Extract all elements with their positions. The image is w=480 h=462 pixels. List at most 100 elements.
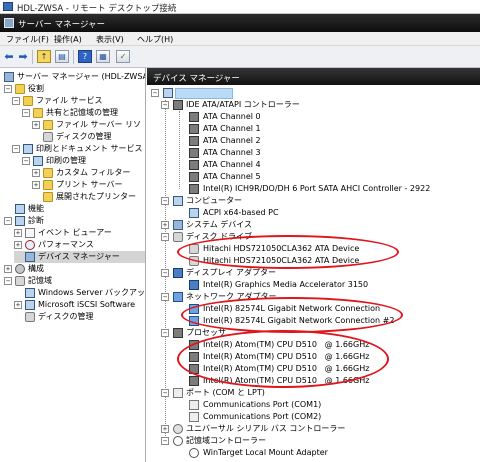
backup-icon: [25, 288, 35, 298]
storage-icon: [15, 276, 25, 286]
category-usb-controllers[interactable]: + ユニバーサル シリアル バス コントローラー: [161, 423, 461, 435]
tree-item-label: 機能: [28, 204, 44, 213]
category-display-adapters[interactable]: − ディスプレイ アダプター: [161, 267, 461, 279]
ide-channel-icon: [189, 172, 199, 182]
tree-item-features[interactable]: 機能: [4, 203, 144, 215]
device-item[interactable]: ATA Channel 1: [189, 123, 469, 135]
tree-item-event-viewer[interactable]: + イベント ビューアー: [14, 227, 145, 239]
printer-icon: [23, 144, 33, 154]
tree-item-deployed-printers[interactable]: 展開されたプリンター: [32, 191, 145, 203]
expand-toggle[interactable]: +: [4, 265, 12, 273]
expand-toggle[interactable]: +: [161, 425, 169, 433]
collapse-toggle[interactable]: −: [12, 145, 20, 153]
tree-item-storage[interactable]: − 記憶域: [4, 275, 144, 287]
folder-icon: [43, 180, 53, 190]
expand-toggle[interactable]: +: [14, 229, 22, 237]
category-ports[interactable]: − ポート (COM と LPT): [161, 387, 461, 399]
system-devices-icon: [173, 220, 183, 230]
tree-item-label: デバイス マネージャー: [38, 252, 120, 261]
category-label: IDE ATA/ATAPI コントローラー: [186, 100, 300, 109]
tree-item-roles[interactable]: − 役割: [4, 83, 144, 95]
collapse-toggle[interactable]: −: [4, 277, 12, 285]
collapse-toggle[interactable]: −: [161, 293, 169, 301]
category-ide-controllers[interactable]: − IDE ATA/ATAPI コントローラー: [161, 99, 461, 111]
tree-item-performance[interactable]: + パフォーマンス: [14, 239, 145, 251]
device-manager-icon: [25, 252, 35, 262]
tree-item-disk-management[interactable]: ディスクの管理: [32, 131, 145, 143]
forward-arrow-icon[interactable]: ➡: [16, 50, 30, 63]
scan-hardware-icon[interactable]: ✓: [116, 50, 130, 63]
collapse-toggle[interactable]: −: [161, 389, 169, 397]
device-item[interactable]: Intel(R) Graphics Media Accelerator 3150: [189, 279, 469, 291]
toolbar: ⬅ ➡ ↑ ▤ ? ▦ ✓: [0, 46, 480, 68]
tree-item-file-services[interactable]: − ファイル サービス: [12, 95, 145, 107]
up-folder-icon[interactable]: ↑: [37, 50, 51, 63]
device-item[interactable]: ATA Channel 2: [189, 135, 469, 147]
collapse-toggle[interactable]: −: [161, 233, 169, 241]
device-label: ATA Channel 3: [203, 148, 261, 157]
tree-item-iscsi[interactable]: + Microsoft iSCSI Software: [14, 299, 145, 311]
window-title-bar[interactable]: サーバー マネージャー: [0, 14, 480, 32]
device-item[interactable]: ATA Channel 3: [189, 147, 469, 159]
device-label: Communications Port (COM1): [203, 400, 322, 409]
tree-item-share-storage[interactable]: − 共有と記憶域の管理: [22, 107, 145, 119]
category-system-devices[interactable]: + システム デバイス: [161, 219, 461, 231]
device-label: ACPI x64-based PC: [203, 208, 279, 217]
back-arrow-icon[interactable]: ⬅: [2, 50, 16, 63]
expand-toggle[interactable]: +: [14, 241, 22, 249]
tree-item-label: 診断: [28, 216, 44, 225]
device-item[interactable]: WinTarget Local Mount Adapter: [189, 447, 469, 459]
collapse-toggle[interactable]: −: [12, 97, 20, 105]
processor-icon: [173, 328, 183, 338]
tree-item-server-manager[interactable]: サーバー マネージャー (HDL-ZWSA: [2, 71, 145, 83]
device-item[interactable]: Intel(R) ICH9R/DO/DH 6 Port SATA AHCI Co…: [189, 183, 479, 195]
collapse-toggle[interactable]: −: [161, 329, 169, 337]
collapse-toggle[interactable]: −: [4, 85, 12, 93]
device-item[interactable]: Communications Port (COM1): [189, 399, 469, 411]
tree-item-print-services[interactable]: − 印刷とドキュメント サービス: [12, 143, 145, 155]
collapse-toggle[interactable]: −: [161, 101, 169, 109]
expand-toggle[interactable]: +: [32, 169, 40, 177]
expand-toggle[interactable]: +: [32, 181, 40, 189]
tree-item-custom-filters[interactable]: + カスタム フィルター: [32, 167, 145, 179]
device-item[interactable]: ATA Channel 4: [189, 159, 469, 171]
collapse-toggle[interactable]: −: [4, 217, 12, 225]
tree-item-windows-server-backup[interactable]: Windows Server バックアップ: [14, 287, 145, 299]
menu-file[interactable]: ファイル(F): [6, 34, 49, 45]
collapse-toggle[interactable]: −: [161, 197, 169, 205]
menu-view[interactable]: 表示(V): [96, 34, 124, 45]
tree-item-disk-management-storage[interactable]: ディスクの管理: [14, 311, 145, 323]
expand-toggle[interactable]: +: [32, 121, 40, 129]
category-label: システム デバイス: [186, 220, 253, 229]
collapse-toggle[interactable]: −: [22, 157, 30, 165]
device-item[interactable]: ACPI x64-based PC: [189, 207, 469, 219]
show-hide-tree-icon[interactable]: ▤: [55, 50, 69, 63]
category-computer[interactable]: − コンピューター: [161, 195, 461, 207]
collapse-toggle[interactable]: −: [161, 269, 169, 277]
help-icon[interactable]: ?: [78, 50, 92, 63]
device-item[interactable]: Communications Port (COM2): [189, 411, 469, 423]
category-label: ポート (COM と LPT): [186, 388, 265, 397]
event-viewer-icon: [25, 228, 35, 238]
tree-item-diagnostics[interactable]: − 診断: [4, 215, 144, 227]
device-label: WinTarget Local Mount Adapter: [203, 448, 328, 457]
navigation-tree: サーバー マネージャー (HDL-ZWSA − 役割 − ファイル サービス −…: [0, 68, 146, 462]
collapse-toggle[interactable]: −: [22, 109, 30, 117]
remote-desktop-icon: [3, 2, 13, 11]
expand-toggle[interactable]: +: [14, 301, 22, 309]
tree-item-device-manager-selected[interactable]: デバイス マネージャー: [14, 251, 145, 263]
expand-toggle[interactable]: +: [161, 221, 169, 229]
tree-item-configuration[interactable]: + 構成: [4, 263, 144, 275]
category-storage-controllers[interactable]: − 記憶域コントローラー: [161, 435, 461, 447]
device-item[interactable]: ATA Channel 5: [189, 171, 469, 183]
tree-item-print-management[interactable]: − 印刷の管理: [22, 155, 145, 167]
tree-item-print-servers[interactable]: + プリント サーバー: [32, 179, 145, 191]
menu-action[interactable]: 操作(A): [54, 34, 82, 45]
menu-help[interactable]: ヘルプ(H): [137, 34, 173, 45]
collapse-toggle[interactable]: −: [151, 89, 159, 97]
properties-icon[interactable]: ▦: [96, 50, 110, 63]
collapse-toggle[interactable]: −: [161, 437, 169, 445]
tree-item-file-server-resources[interactable]: + ファイル サーバー リソ: [32, 119, 145, 131]
device-item[interactable]: ATA Channel 0: [189, 111, 469, 123]
processor-icon: [189, 376, 199, 386]
